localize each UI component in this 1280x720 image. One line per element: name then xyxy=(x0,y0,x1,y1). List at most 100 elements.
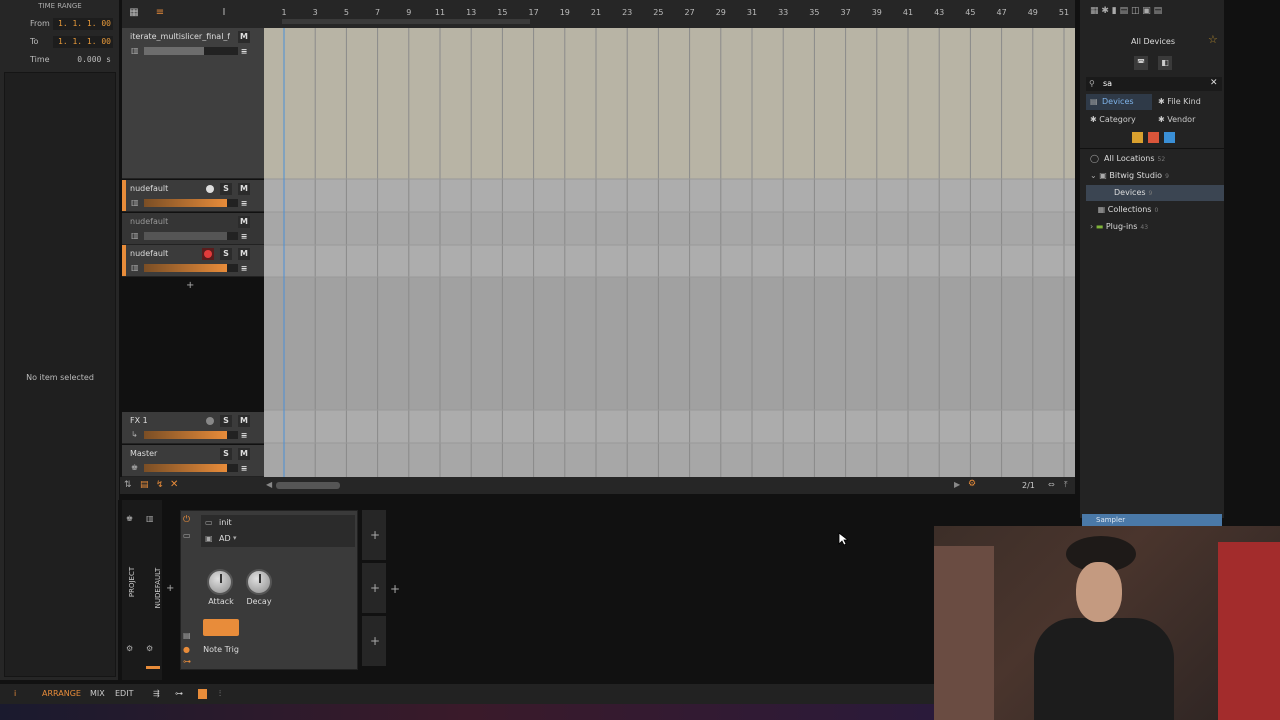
track-menu-icon[interactable]: ≡ xyxy=(238,231,250,243)
power-small-icon[interactable]: ⚙ xyxy=(146,644,153,653)
instrument-filter-icon[interactable] xyxy=(1132,132,1143,143)
clip-launcher-icon[interactable]: ▤ xyxy=(140,480,149,490)
scroll-left-icon[interactable]: ◀ xyxy=(266,480,272,489)
edit-tab[interactable]: EDIT xyxy=(115,689,133,698)
audio-fx-filter-icon[interactable] xyxy=(1148,132,1159,143)
track-menu-icon[interactable]: ≡ xyxy=(238,463,250,475)
note-trig-button[interactable] xyxy=(203,619,239,636)
tree-plug-ins[interactable]: › ▬ Plug-ins 43 xyxy=(1090,219,1224,235)
settings-icon[interactable]: ⚙ xyxy=(126,644,133,653)
tab-category[interactable]: ✱ Category xyxy=(1090,112,1136,128)
layout-icon[interactable]: ⇅ xyxy=(124,480,132,490)
expand-icon[interactable]: ⤒ xyxy=(1064,480,1068,490)
tree-all-locations[interactable]: ◯ All Locations 52 xyxy=(1090,151,1224,167)
volume-fader[interactable] xyxy=(144,47,238,55)
record-arm-button[interactable] xyxy=(206,185,214,193)
automation-editor-icon[interactable]: ⇶ xyxy=(153,689,160,698)
cursor-tool-icon[interactable]: I xyxy=(216,6,232,20)
mute-button[interactable]: M xyxy=(238,248,250,260)
tab-devices[interactable]: ▤ Devices xyxy=(1086,94,1152,110)
clear-search-icon[interactable]: ✕ xyxy=(1210,78,1218,88)
mix-tab[interactable]: MIX xyxy=(90,689,105,698)
loop-region-bar[interactable] xyxy=(282,19,530,24)
solo-button[interactable]: S xyxy=(220,248,232,260)
volume-fader[interactable] xyxy=(144,264,238,272)
chevron-down-icon[interactable]: ▾ xyxy=(233,534,237,542)
mute-button[interactable]: M xyxy=(238,31,250,43)
mute-button[interactable]: M xyxy=(238,448,250,460)
close-icon[interactable]: ✕ xyxy=(170,479,178,490)
add-device-after-button[interactable]: + xyxy=(390,582,400,596)
tab-vendor[interactable]: ✱ Vendor xyxy=(1158,112,1195,128)
tab-file-kind[interactable]: ✱ File Kind xyxy=(1158,94,1201,110)
piano-icon[interactable]: ▥ xyxy=(146,514,154,523)
attack-knob[interactable] xyxy=(207,569,233,595)
mute-button[interactable]: M xyxy=(238,183,250,195)
volume-fader[interactable] xyxy=(144,199,238,207)
track-color-indicator xyxy=(146,666,160,669)
track-menu-icon[interactable]: ≡ xyxy=(238,198,250,210)
track-header-nudefault-2[interactable]: nudefault M ▥ ≡ xyxy=(122,213,264,245)
arrange-tab[interactable]: ARRANGE xyxy=(42,689,81,698)
bar-number: 41 xyxy=(902,8,914,17)
add-track-button[interactable]: + xyxy=(186,280,194,291)
track-menu-icon[interactable]: ≡ xyxy=(238,263,250,275)
list-view-icon[interactable]: ≡ xyxy=(152,6,168,20)
plugin-type-icon[interactable]: ◧ xyxy=(1158,56,1172,70)
mixer-settings-icon[interactable]: ⫶ xyxy=(219,689,221,699)
device-type-icon[interactable]: ◚ xyxy=(1134,56,1148,70)
modulation-view-icon[interactable]: ⊶ xyxy=(175,689,183,698)
solo-button[interactable]: S xyxy=(220,183,232,195)
zoom-readout[interactable]: 2/1 xyxy=(1022,481,1035,490)
folder-icon[interactable]: ▭ xyxy=(183,531,191,540)
track-header-master[interactable]: Master S M ♚ ≡ xyxy=(122,445,264,477)
solo-button[interactable]: S xyxy=(220,415,232,427)
browser-tab-icons[interactable]: ▦ ✱ ▮ ▤ ◫ ▣ ▤ xyxy=(1090,6,1162,16)
add-device-before-button[interactable]: + xyxy=(166,583,174,594)
automation-icon[interactable]: ↯ xyxy=(156,480,164,490)
from-field[interactable]: 1. 1. 1. 00 xyxy=(53,18,113,30)
track-menu-icon[interactable]: ≡ xyxy=(238,430,250,442)
search-input[interactable]: ⚲ sa ✕ xyxy=(1086,77,1222,91)
bar-number: 51 xyxy=(1058,8,1070,17)
info-icon[interactable]: i xyxy=(14,689,16,698)
volume-fader[interactable] xyxy=(144,232,238,240)
grid-settings-icon[interactable]: ⚙ xyxy=(968,479,976,489)
track-header-nudefault-3[interactable]: nudefault S M ▥ ≡ xyxy=(122,245,264,277)
adsr-device[interactable]: ⏻ ▭ ▭ init ▣ AD ▾ Attack Decay ▤ ● ⊶ Not… xyxy=(180,510,358,670)
add-device-slot-1[interactable]: + xyxy=(362,510,386,560)
horizontal-scrollbar[interactable] xyxy=(276,482,340,489)
time-range-header: TIME RANGE xyxy=(38,2,82,10)
volume-fader[interactable] xyxy=(144,464,238,472)
modulation-icon[interactable]: ⊶ xyxy=(183,657,191,666)
record-arm-button[interactable] xyxy=(206,417,214,425)
grid-view-icon[interactable]: ▦ xyxy=(126,6,142,20)
solo-button[interactable]: S xyxy=(220,448,232,460)
inspector-panel: TIME RANGE From 1. 1. 1. 00 To 1. 1. 1. … xyxy=(0,0,120,680)
mute-button[interactable]: M xyxy=(238,216,250,228)
preset-name[interactable]: init xyxy=(219,518,232,527)
zoom-fit-icon[interactable]: ⇔ xyxy=(1048,480,1055,489)
browser-preview-item[interactable]: Sampler xyxy=(1082,514,1222,526)
note-fx-filter-icon[interactable] xyxy=(1164,132,1175,143)
scroll-right-icon[interactable]: ▶ xyxy=(954,480,960,489)
tree-devices[interactable]: Devices 9 xyxy=(1086,185,1224,201)
power-icon[interactable]: ⏻ xyxy=(183,515,190,525)
tree-collections[interactable]: ▦ Collections 0 xyxy=(1090,202,1224,218)
add-device-slot-3[interactable]: + xyxy=(362,616,386,666)
tree-bitwig-studio[interactable]: ⌄ ▣ Bitwig Studio 9 xyxy=(1090,168,1224,184)
crown-icon[interactable]: ♚ xyxy=(126,514,133,523)
track-menu-icon[interactable]: ≡ xyxy=(238,46,250,58)
favorite-star-icon[interactable]: ☆ xyxy=(1208,33,1218,46)
track-header-nudefault-1[interactable]: nudefault S M ▥ ≡ xyxy=(122,180,264,212)
add-device-slot-2[interactable]: + xyxy=(362,563,386,613)
track-header-audio[interactable]: iterate_multislicer_final_final... M ▥ ≡ xyxy=(122,28,264,179)
to-field[interactable]: 1. 1. 1. 00 xyxy=(53,36,113,48)
mute-button[interactable]: M xyxy=(238,415,250,427)
track-header-fx1[interactable]: FX 1 S M ↳ ≡ xyxy=(122,412,264,444)
mode-selector[interactable]: AD xyxy=(219,534,231,543)
device-view-icon[interactable] xyxy=(198,689,207,699)
volume-fader[interactable] xyxy=(144,431,238,439)
decay-knob[interactable] xyxy=(246,569,272,595)
record-arm-button[interactable] xyxy=(202,248,214,260)
